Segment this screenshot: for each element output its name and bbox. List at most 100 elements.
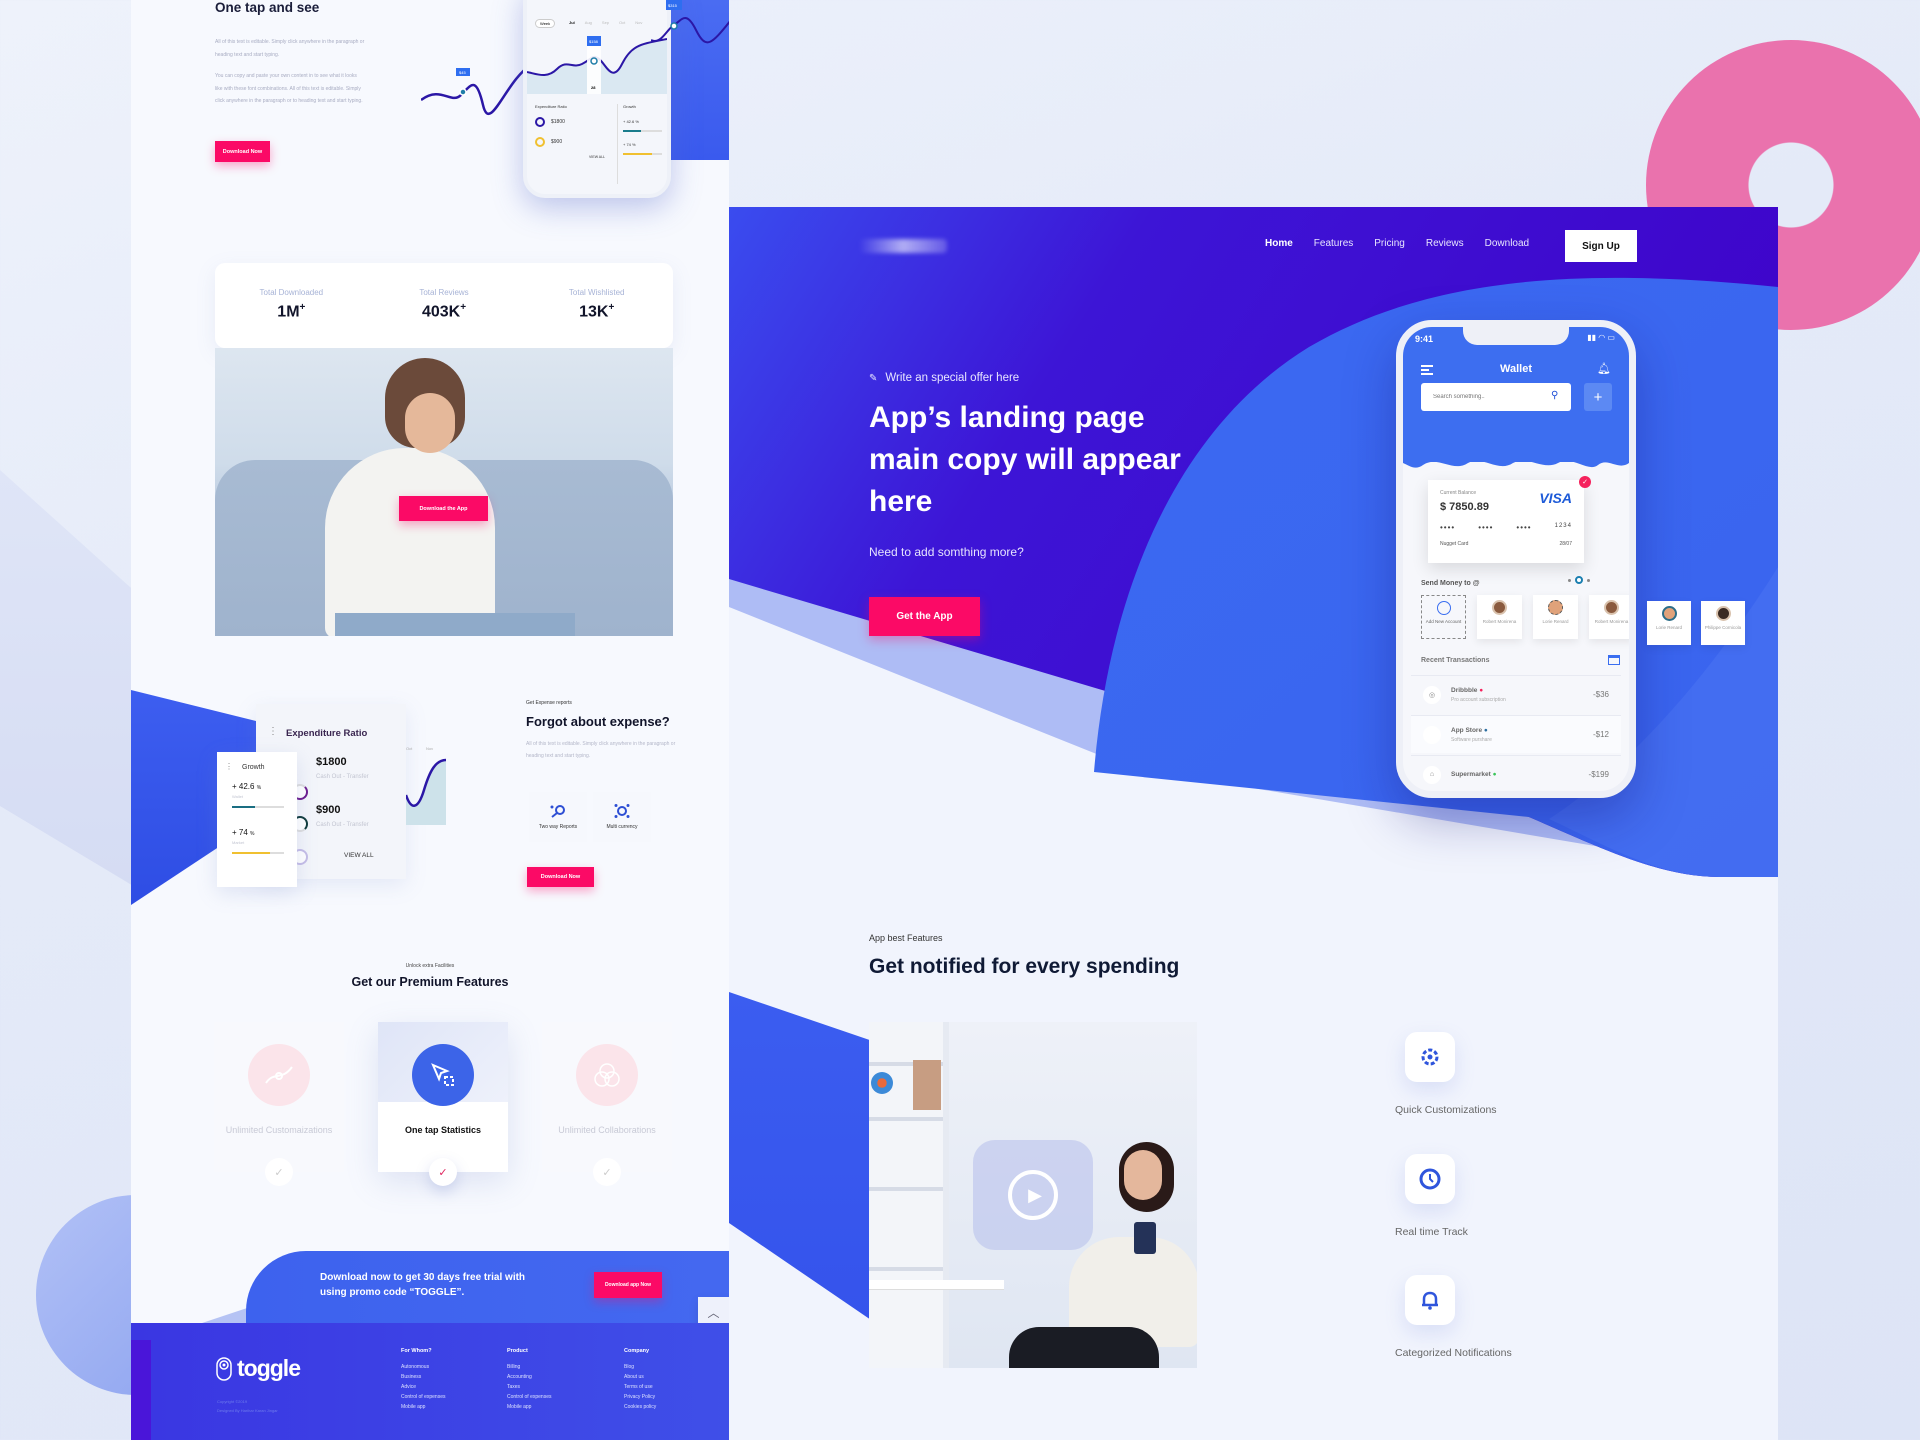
tooltip-158: $158 — [589, 39, 599, 44]
woman-face — [1124, 1150, 1162, 1200]
feature-label: Real time Track — [1395, 1226, 1468, 1238]
month-tab[interactable]: Aug — [585, 20, 592, 25]
calendar-icon[interactable] — [1608, 655, 1620, 665]
check-icon: ✓ — [265, 1158, 293, 1186]
premium-title: Get our Premium Features — [351, 975, 509, 989]
premium-card-collaborations[interactable]: Unlimited Collaborations ✓ — [542, 1022, 672, 1186]
footer-link[interactable]: Mobile app — [401, 1402, 445, 1412]
footer-link[interactable]: Mobile app — [507, 1402, 551, 1412]
card-expiry: 28/07 — [1559, 541, 1572, 547]
contact-card[interactable]: Robert Monirena — [1477, 595, 1522, 639]
search-icon[interactable]: ⚲ — [1551, 390, 1558, 401]
download-now-button-2[interactable]: Download Now — [527, 867, 594, 887]
premium-card-statistics[interactable]: One tap Statistics ✓ — [378, 1022, 508, 1186]
download-now-button[interactable]: Download Now — [215, 141, 270, 162]
avatar — [1715, 606, 1731, 621]
cursor-select-icon — [412, 1044, 474, 1106]
bookshelf — [869, 1022, 1004, 1368]
stat-downloads: Total Downloaded 1M+ — [215, 263, 368, 348]
carousel-dots[interactable] — [1568, 576, 1590, 584]
footer-link[interactable]: About us — [624, 1372, 656, 1382]
mini-amount: $900 — [551, 139, 563, 145]
transaction-row[interactable]: ◎ Dribbble ● Pro account subscription -$… — [1411, 675, 1621, 713]
month-tab[interactable]: Sep — [602, 20, 609, 25]
growth-title: Growth — [242, 764, 265, 771]
footer-link[interactable]: Control of expenses — [401, 1392, 445, 1402]
notification-bell-icon[interactable]: 🔔︎ — [1597, 362, 1611, 375]
footer-link[interactable]: Accounting — [507, 1372, 551, 1382]
footer-link[interactable]: Cookies policy — [624, 1402, 656, 1412]
nav-pricing[interactable]: Pricing — [1374, 238, 1405, 249]
view-all-link[interactable]: VIEW ALL — [344, 852, 374, 859]
transaction-row[interactable]: ⌂ Supermarket ● -$199 — [1411, 755, 1621, 791]
footer-column-company: Company Blog About us Terms of use Priva… — [624, 1346, 656, 1412]
month-tab[interactable]: Jul — [569, 20, 575, 25]
feature-real-time-track: Real time Track — [1395, 1154, 1468, 1238]
download-the-app-button[interactable]: Download the App — [399, 496, 488, 521]
footer-link[interactable]: Privacy Policy — [624, 1392, 656, 1402]
add-button[interactable]: + — [1584, 383, 1612, 411]
gear-icon — [1405, 1032, 1455, 1082]
background-shape — [0, 470, 140, 890]
check-icon: ✓ — [429, 1158, 457, 1186]
footer-link[interactable]: Blog — [624, 1362, 656, 1372]
one-tap-title: One tap and see — [215, 0, 320, 15]
growth-label: Wallet — [232, 794, 243, 799]
logo-text: toggle — [237, 1355, 301, 1381]
sign-up-button[interactable]: Sign Up — [1565, 230, 1637, 262]
search-input[interactable] — [1421, 383, 1571, 411]
footer-edge — [131, 1340, 151, 1440]
footer-link[interactable]: Autonomous — [401, 1362, 445, 1372]
mini-amount: $1800 — [551, 119, 565, 125]
footer-logo[interactable]: toggle — [216, 1355, 301, 1382]
globe — [871, 1072, 893, 1094]
mini-view-all[interactable]: VIEW ALL — [535, 155, 605, 159]
person-jeans — [335, 613, 575, 636]
get-the-app-button[interactable]: Get the App — [869, 597, 980, 636]
footer-column-for-whom: For Whom? Autonomous Business Advice Con… — [401, 1346, 445, 1412]
contact-card[interactable]: Lorie Renard — [1533, 595, 1578, 639]
contact-card[interactable]: Philippe Cornicola — [1701, 601, 1745, 645]
footer-link[interactable]: Advice — [401, 1382, 445, 1392]
download-app-now-button[interactable]: Download app Now — [594, 1272, 662, 1298]
feature-tile-currency[interactable]: Multi currency — [593, 792, 651, 842]
nav-features[interactable]: Features — [1314, 238, 1353, 249]
feature-label: Categorized Notifications — [1395, 1347, 1512, 1359]
nav-reviews[interactable]: Reviews — [1426, 238, 1464, 249]
period-select[interactable]: Week — [535, 19, 556, 28]
nav-logo[interactable] — [859, 239, 947, 253]
contact-card[interactable]: Robert Monirena — [1589, 595, 1629, 639]
mini-growth-value: + 74 % — [623, 142, 636, 147]
contact-card[interactable]: Lorie Renard — [1647, 601, 1691, 645]
features-title: Get notified for every spending — [869, 955, 1180, 978]
nav-home[interactable]: Home — [1265, 238, 1293, 249]
svg-text:Oct: Oct — [406, 746, 413, 751]
footer-link[interactable]: Billing — [507, 1362, 551, 1372]
visa-card[interactable]: Current Balance $ 7850.89 VISA •••• •••• •… — [1428, 480, 1584, 563]
tooltip-45: $45 — [459, 70, 466, 75]
line-chart: $158 28 — [527, 36, 667, 94]
feature-tile-reports[interactable]: Two way Reports — [529, 792, 587, 842]
month-tab[interactable]: Oct — [619, 20, 625, 25]
month-tab[interactable]: Nov — [635, 20, 642, 25]
transaction-row[interactable]: App Store ● Software purshare -$12 — [1411, 715, 1621, 753]
more-vertical-icon[interactable]: ⋮ — [225, 762, 233, 771]
premium-card-customizations[interactable]: Unlimited Customaizations ✓ — [214, 1022, 344, 1186]
expenditure-sub: Cash Out - Transfer — [316, 822, 369, 828]
play-button[interactable]: ▶ — [973, 1140, 1093, 1250]
growth-progress-market — [232, 852, 284, 854]
send-money-title: Send Money to @ — [1421, 580, 1480, 587]
footer-link[interactable]: Business — [401, 1372, 445, 1382]
features-kicker: App best Features — [869, 933, 943, 943]
stats-card: Total Downloaded 1M+ Total Reviews 403K+… — [215, 263, 673, 348]
footer-link[interactable]: Control of expenses — [507, 1392, 551, 1402]
video-thumbnail[interactable]: ▶ — [869, 1022, 1197, 1368]
footer-link[interactable]: Taxes — [507, 1382, 551, 1392]
more-vertical-icon[interactable]: ⋮ — [268, 726, 278, 737]
pencil-icon: ✎ — [869, 372, 878, 384]
avatar — [1604, 600, 1619, 615]
footer-link[interactable]: Terms of use — [624, 1382, 656, 1392]
offer-text: Write an special offer here — [885, 372, 1020, 384]
add-new-account[interactable]: Add New Account — [1421, 595, 1466, 639]
nav-download[interactable]: Download — [1485, 238, 1529, 249]
